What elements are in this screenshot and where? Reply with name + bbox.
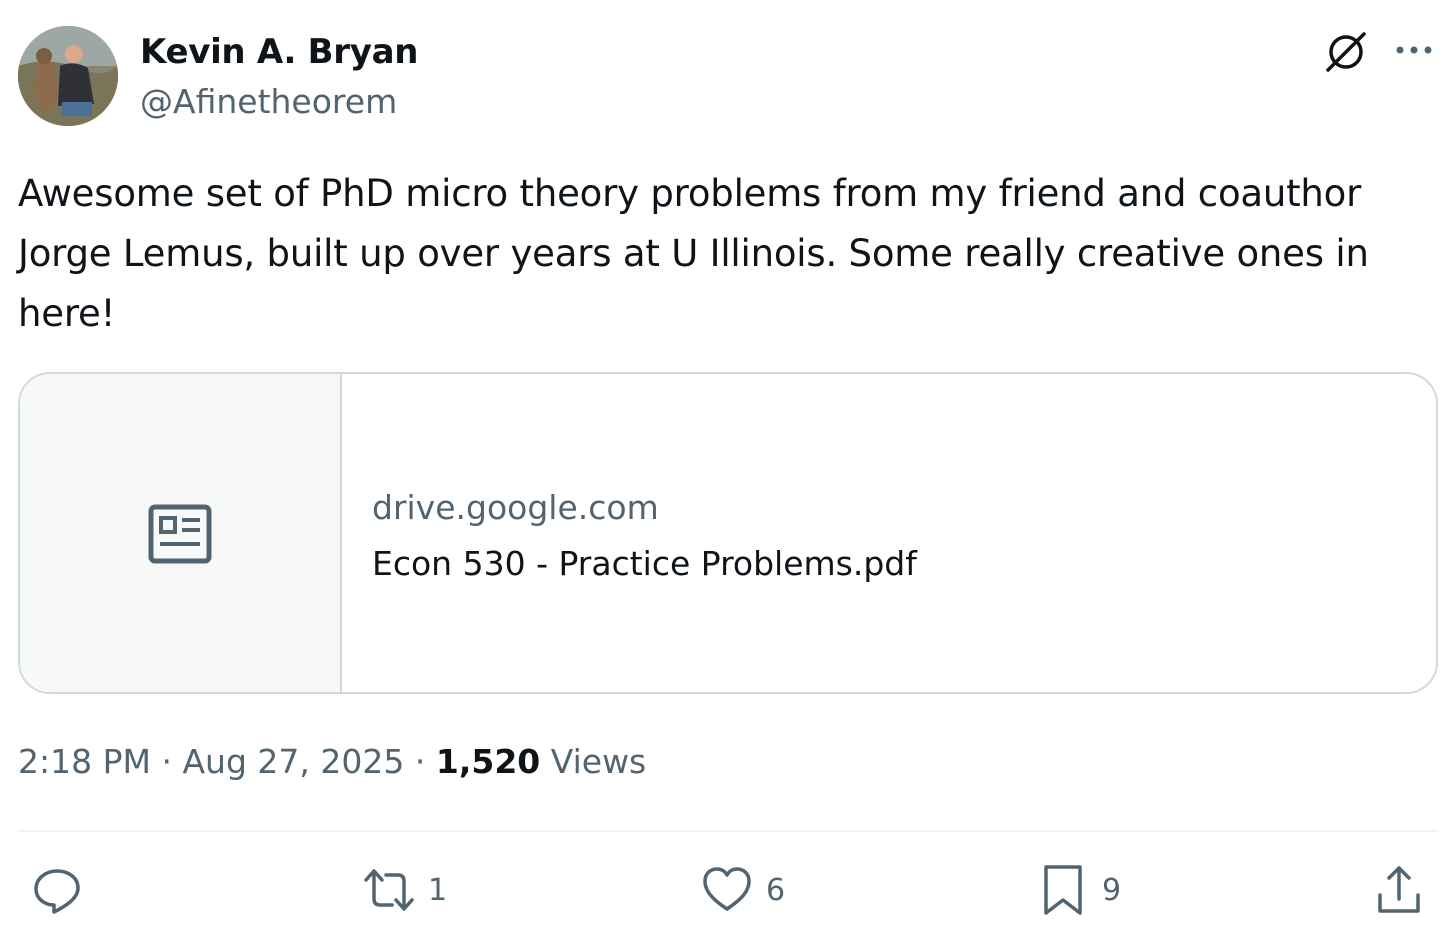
share-button[interactable]	[1372, 862, 1426, 918]
like-count: 6	[766, 872, 786, 908]
bookmark-icon	[1044, 865, 1082, 915]
tweet-date[interactable]: Aug 27, 2025	[182, 742, 404, 781]
retweet-count: 1	[428, 872, 448, 908]
bookmark-button[interactable]: 9	[1036, 862, 1121, 918]
author-name[interactable]: Kevin A. Bryan	[140, 30, 418, 74]
card-thumbnail	[20, 374, 342, 692]
article-icon	[148, 504, 212, 564]
author-handle[interactable]: @Afinetheorem	[140, 80, 397, 124]
like-button[interactable]: 6	[700, 862, 785, 918]
more-options-icon[interactable]	[1392, 28, 1436, 72]
tweet-text: Awesome set of PhD micro theory problems…	[18, 172, 1369, 335]
retweet-icon	[364, 869, 414, 911]
heart-icon	[703, 867, 751, 911]
tweet-time[interactable]: 2:18 PM	[18, 742, 151, 781]
card-title: Econ 530 - Practice Problems.pdf	[372, 544, 917, 583]
reply-icon	[34, 869, 80, 914]
avatar-photo	[18, 26, 118, 126]
link-card[interactable]: drive.google.com Econ 530 - Practice Pro…	[18, 372, 1438, 694]
reply-button[interactable]	[30, 862, 96, 918]
views-count: 1,520	[435, 742, 541, 781]
divider	[18, 830, 1438, 832]
meta-separator: ·	[414, 742, 426, 781]
meta-separator: ·	[161, 742, 172, 781]
bookmark-count: 9	[1102, 872, 1122, 908]
card-domain: drive.google.com	[372, 488, 659, 527]
tweet-meta: 2:18 PM · Aug 27, 2025 · 1,520 Views	[18, 740, 646, 784]
grok-icon[interactable]	[1322, 28, 1370, 76]
views-label: Views	[550, 742, 647, 781]
avatar[interactable]	[18, 26, 118, 126]
share-icon	[1378, 866, 1420, 913]
retweet-button[interactable]: 1	[362, 862, 447, 918]
